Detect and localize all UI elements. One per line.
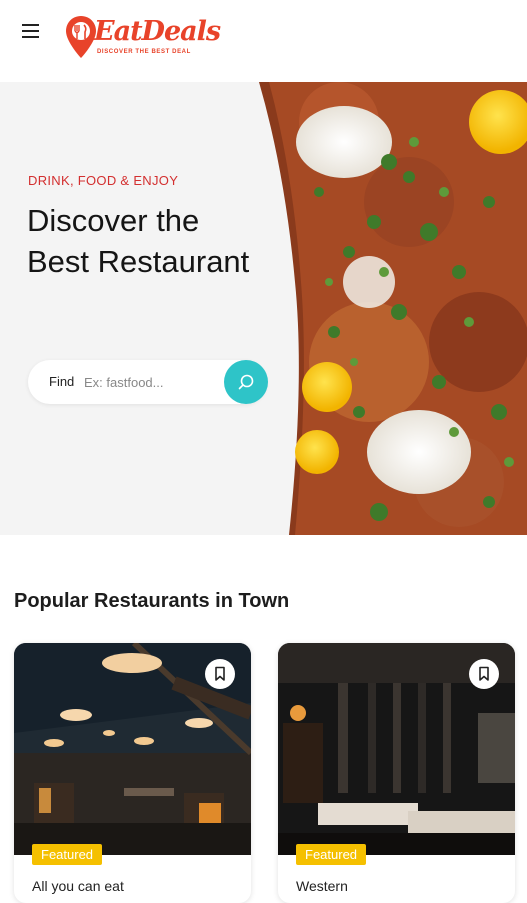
hero-title: Discover the Best Restaurant bbox=[27, 203, 250, 279]
restaurant-name: Western bbox=[296, 878, 348, 894]
hero-eyebrow: DRINK, FOOD & ENJOY bbox=[28, 173, 179, 188]
section-title-popular: Popular Restaurants in Town bbox=[14, 590, 290, 612]
logo-tagline: DISCOVER THE BEST DEAL bbox=[97, 49, 191, 55]
search-input[interactable] bbox=[84, 370, 224, 394]
hero-food-image bbox=[259, 82, 527, 535]
restaurant-name: All you can eat bbox=[32, 878, 124, 894]
search-label: Find bbox=[49, 374, 75, 389]
restaurant-card[interactable]: Featured All you can eat bbox=[14, 643, 251, 903]
restaurant-card[interactable]: Featured Western bbox=[278, 643, 515, 903]
search-bar: Find bbox=[28, 360, 268, 404]
location-pin-icon bbox=[66, 16, 96, 58]
hamburger-menu-icon[interactable] bbox=[22, 24, 44, 42]
search-icon bbox=[238, 374, 254, 390]
search-button[interactable] bbox=[224, 360, 268, 404]
logo-wordmark: EatDeals bbox=[94, 16, 221, 47]
bookmark-button[interactable] bbox=[469, 659, 499, 689]
bookmark-icon bbox=[215, 666, 225, 681]
hero-section: DRINK, FOOD & ENJOY Discover the Best Re… bbox=[0, 82, 527, 535]
bookmark-button[interactable] bbox=[205, 659, 235, 689]
featured-badge: Featured bbox=[296, 844, 367, 865]
featured-badge: Featured bbox=[32, 844, 103, 865]
bookmark-icon bbox=[479, 666, 489, 681]
eatdeals-logo[interactable]: EatDeals DISCOVER THE BEST DEAL bbox=[64, 14, 221, 64]
app-header: EatDeals DISCOVER THE BEST DEAL bbox=[0, 0, 527, 82]
